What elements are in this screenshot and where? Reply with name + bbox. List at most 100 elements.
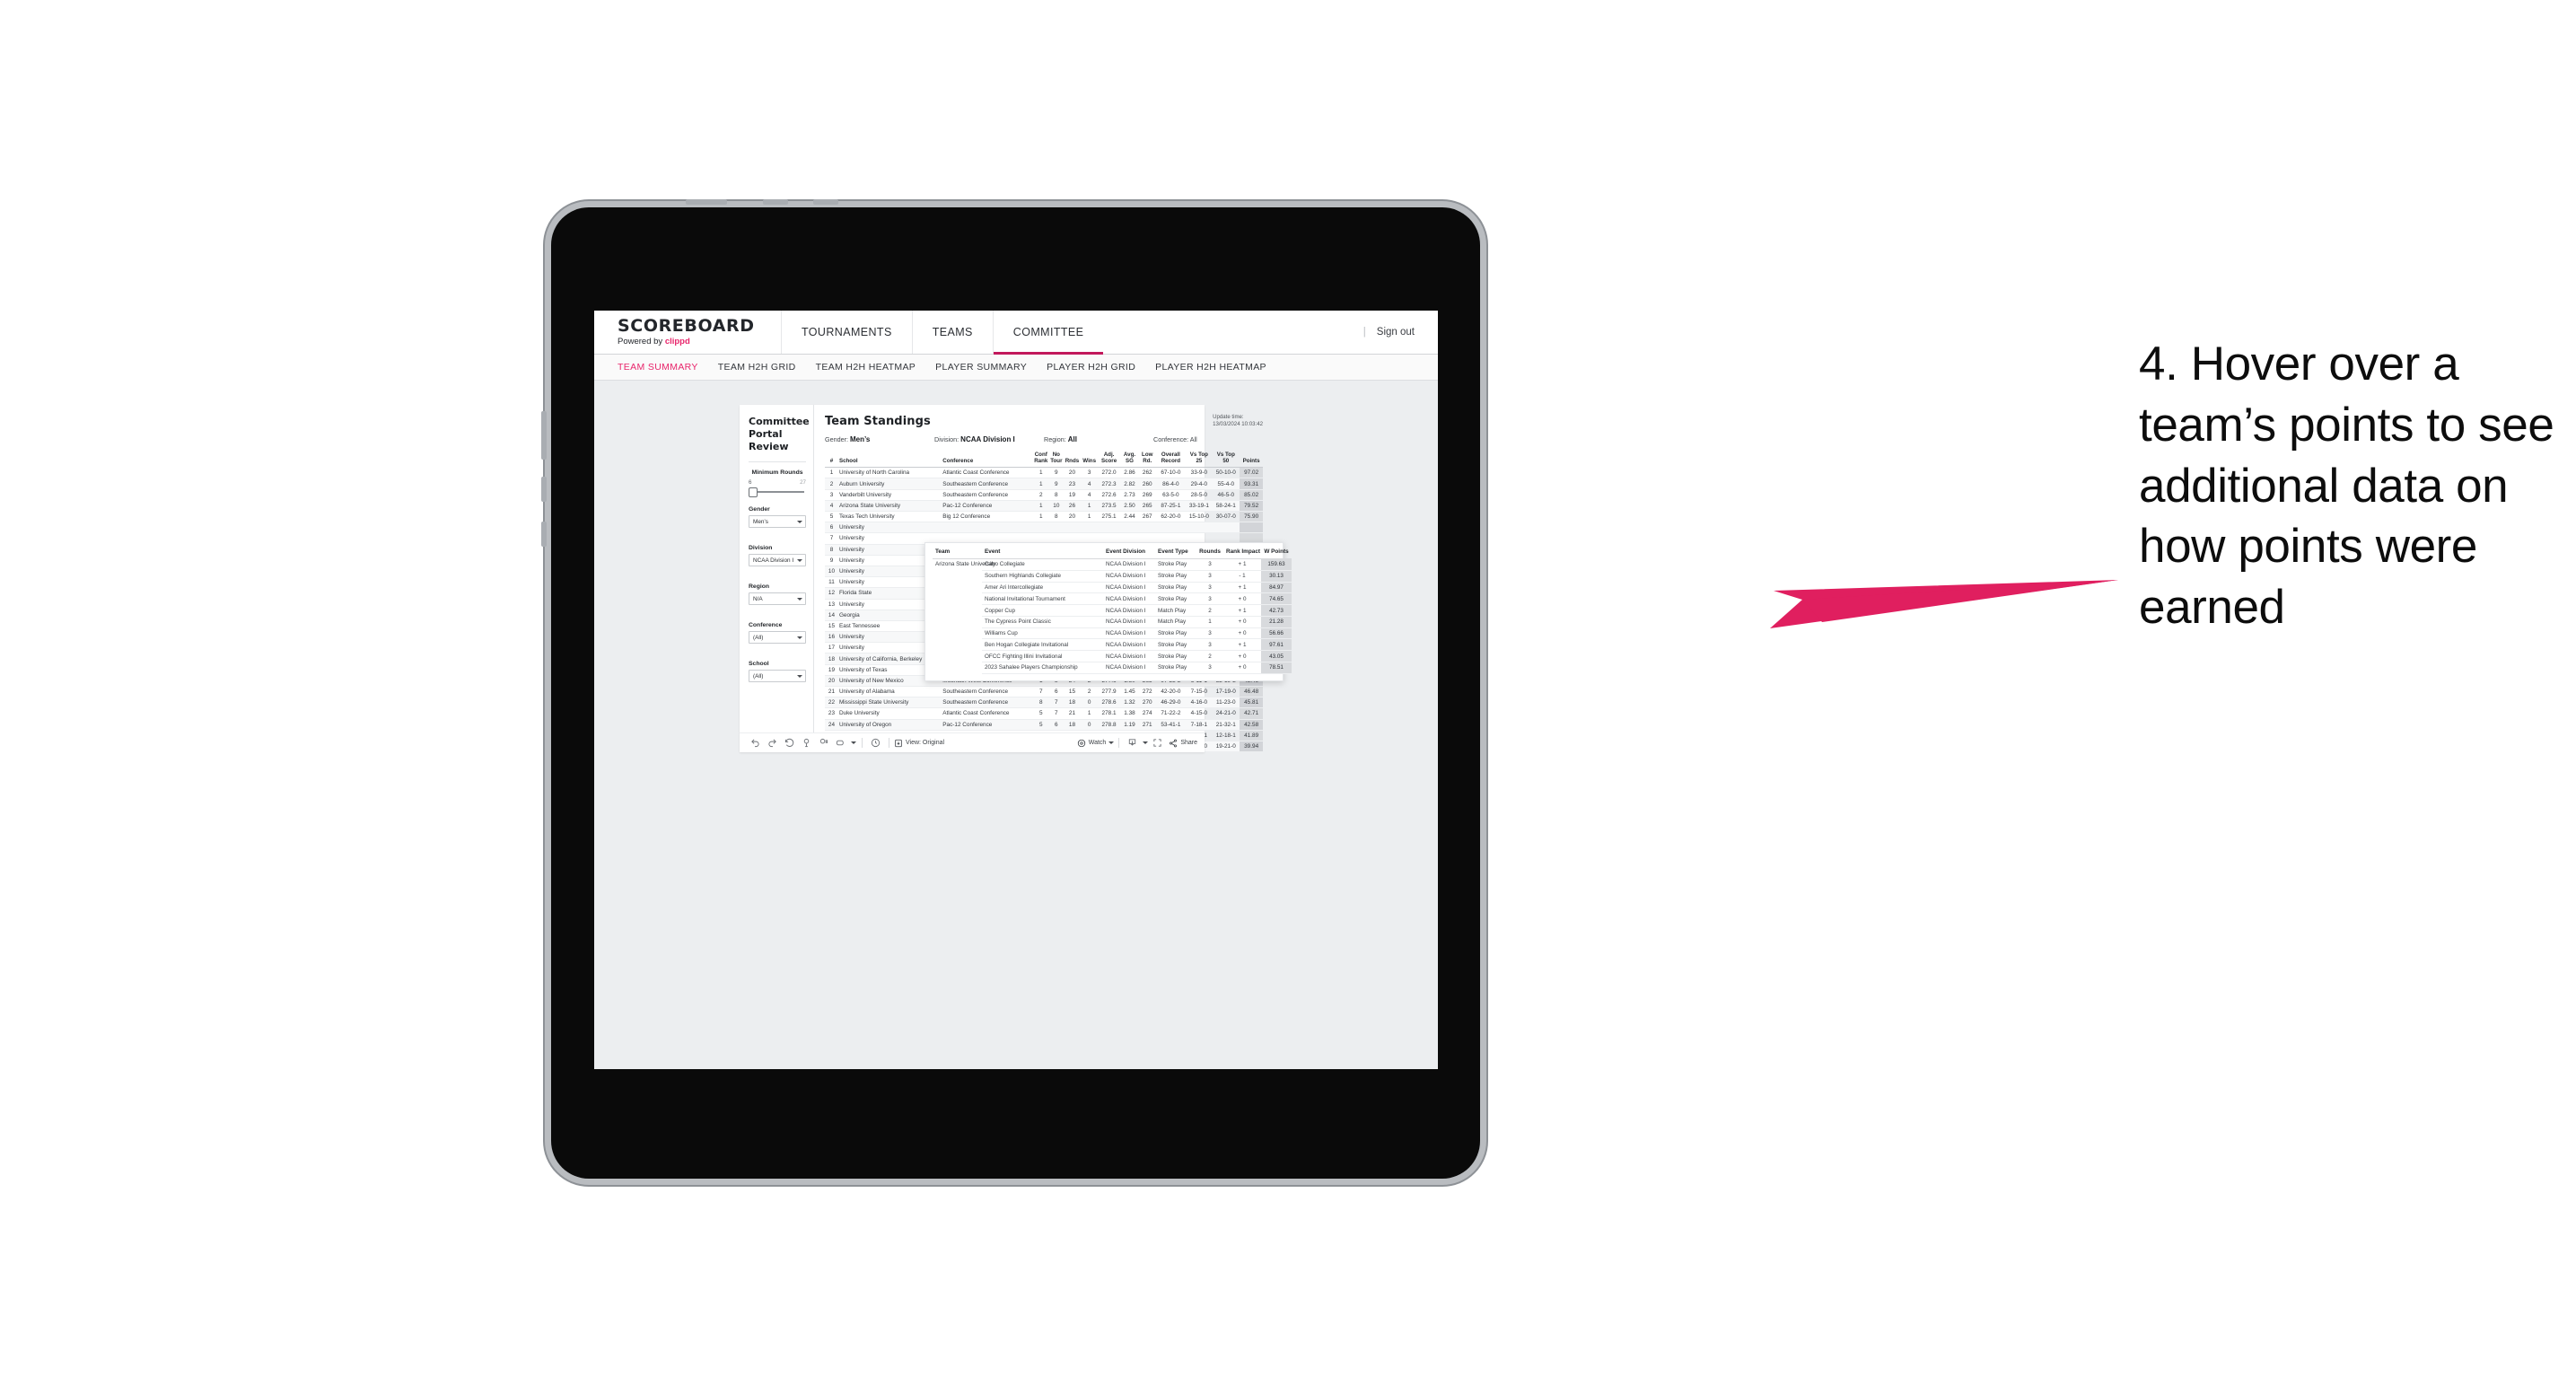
redo-icon[interactable] bbox=[764, 734, 781, 751]
table-cell: 21 bbox=[825, 686, 838, 698]
col-rnds[interactable]: Rnds bbox=[1063, 451, 1082, 469]
tooltip-cell: NCAA Division I bbox=[1103, 662, 1155, 674]
tooltip-row: Southern Highlands Collegiate NCAA Divisi… bbox=[933, 570, 1292, 583]
table-cell: 262 bbox=[1139, 467, 1156, 479]
table-cell: 17 bbox=[825, 642, 838, 654]
table-row[interactable]: 21 University of Alabama Southeastern Conf… bbox=[825, 686, 1263, 698]
school-select[interactable]: (All) bbox=[749, 670, 806, 683]
col-conf-rank[interactable]: Conf Rank bbox=[1032, 451, 1049, 469]
download-icon[interactable] bbox=[1124, 734, 1141, 751]
table-cell: 2.82 bbox=[1119, 478, 1140, 490]
brand-logo[interactable]: SCOREBOARD Powered by clippd bbox=[594, 311, 781, 354]
nav-item-committee[interactable]: COMMITTEE bbox=[992, 311, 1104, 355]
chevron-down-icon bbox=[797, 674, 802, 678]
col-conference[interactable]: Conference bbox=[942, 451, 1033, 469]
fullscreen-icon[interactable] bbox=[1149, 734, 1166, 751]
breadcrumb-conference-label: Conference: bbox=[1153, 435, 1189, 443]
subnav-item-team-h2h-heatmap[interactable]: TEAM H2H HEATMAP bbox=[816, 362, 936, 373]
points-cell[interactable]: 85.02 bbox=[1240, 489, 1263, 501]
table-row[interactable]: 6 University bbox=[825, 522, 1263, 534]
tooltip-row: National Invitational Tournament NCAA Div… bbox=[933, 592, 1292, 606]
breadcrumb-gender-label: Gender: bbox=[825, 435, 848, 443]
table-cell: 4-16-0 bbox=[1186, 697, 1213, 709]
refresh-data-icon[interactable] bbox=[798, 734, 815, 751]
table-cell: 1 bbox=[1032, 511, 1049, 523]
table-row[interactable]: 4 Arizona State University Pac-12 Conferen… bbox=[825, 500, 1263, 513]
table-cell: 0 bbox=[1081, 697, 1099, 709]
share-button[interactable]: Share bbox=[1169, 739, 1197, 748]
points-cell[interactable]: 42.71 bbox=[1240, 707, 1263, 720]
filter-panel: Committee Portal Review Minimum Rounds 6… bbox=[740, 405, 814, 732]
table-row[interactable]: 24 University of Oregon Pac-12 Conference 5… bbox=[825, 719, 1263, 731]
points-cell[interactable]: 45.81 bbox=[1240, 697, 1263, 709]
breadcrumb-conference: Conference: All bbox=[1153, 435, 1263, 443]
table-cell: 30-07-0 bbox=[1212, 511, 1240, 523]
undo-icon[interactable] bbox=[747, 734, 764, 751]
conference-label: Conference bbox=[749, 622, 783, 629]
table-cell: 1 bbox=[1032, 467, 1049, 479]
tooltip-col-event-type: Event Type bbox=[1155, 548, 1196, 559]
col-low-rd[interactable]: Low Rd. bbox=[1139, 451, 1156, 469]
table-cell: 42-20-0 bbox=[1155, 686, 1187, 698]
subnav-item-team-h2h-grid[interactable]: TEAM H2H GRID bbox=[718, 362, 816, 373]
col-points[interactable]: Points bbox=[1240, 451, 1263, 469]
table-row[interactable]: 22 Mississippi State University Southeaste… bbox=[825, 697, 1263, 709]
pause-clock-icon[interactable] bbox=[867, 734, 884, 751]
table-cell: 7-15-0 bbox=[1186, 686, 1213, 698]
slider-handle[interactable] bbox=[749, 487, 758, 498]
minimum-rounds-slider[interactable] bbox=[749, 487, 806, 498]
col-vs-top-25[interactable]: Vs Top 25 bbox=[1186, 451, 1213, 469]
subnav-item-player-summary[interactable]: PLAYER SUMMARY bbox=[935, 362, 1047, 373]
region-select[interactable]: N/A bbox=[749, 592, 806, 606]
table-row[interactable]: 5 Texas Tech University Big 12 Conference 1… bbox=[825, 511, 1263, 523]
points-cell[interactable]: 39.94 bbox=[1240, 741, 1263, 753]
points-cell[interactable]: 41.89 bbox=[1240, 730, 1263, 741]
points-cell[interactable] bbox=[1240, 522, 1263, 534]
table-cell: 4 bbox=[825, 500, 838, 513]
tooltip-cell: Stroke Play bbox=[1155, 650, 1196, 663]
col-avg-sg[interactable]: Avg. SG bbox=[1119, 451, 1140, 469]
col-wins[interactable]: Wins bbox=[1081, 451, 1099, 469]
col-overall-record[interactable]: Overall Record bbox=[1155, 451, 1187, 469]
watch-button[interactable]: Watch bbox=[1077, 739, 1115, 748]
tooltip-cell: + 1 bbox=[1223, 638, 1261, 652]
points-cell[interactable]: 93.31 bbox=[1240, 478, 1263, 490]
tooltip-cell: Stroke Play bbox=[1155, 662, 1196, 674]
points-cell[interactable]: 42.58 bbox=[1240, 719, 1263, 731]
conference-select[interactable]: (All) bbox=[749, 631, 806, 645]
table-row[interactable]: 1 University of North Carolina Atlantic Co… bbox=[825, 467, 1263, 479]
points-cell[interactable]: 46.48 bbox=[1240, 686, 1263, 698]
revert-icon[interactable] bbox=[781, 734, 798, 751]
subnav-item-player-h2h-heatmap[interactable]: PLAYER H2H HEATMAP bbox=[1155, 362, 1286, 373]
col-adj-score[interactable]: Adj. Score bbox=[1098, 451, 1120, 469]
update-time-label: Update time: bbox=[1213, 414, 1244, 420]
table-row[interactable]: 23 Duke University Atlantic Coast Conferen… bbox=[825, 707, 1263, 720]
pause-updates-icon[interactable] bbox=[815, 734, 832, 751]
division-select[interactable]: NCAA Division I bbox=[749, 554, 806, 567]
col-school[interactable]: School bbox=[837, 451, 942, 469]
highlight-dropdown-icon[interactable] bbox=[849, 734, 857, 751]
points-cell[interactable]: 97.02 bbox=[1240, 467, 1263, 479]
nav-item-teams[interactable]: TEAMS bbox=[911, 311, 993, 354]
gender-select[interactable]: Men’s bbox=[749, 515, 806, 529]
download-dropdown-icon[interactable] bbox=[1141, 734, 1149, 751]
col-rank[interactable]: # bbox=[825, 451, 838, 469]
view-original-button[interactable]: View: Original bbox=[894, 739, 944, 748]
col-no-tour[interactable]: No Tour bbox=[1048, 451, 1064, 469]
brand-sub-name: clippd bbox=[664, 337, 690, 347]
col-vs-top-50[interactable]: Vs Top 50 bbox=[1212, 451, 1240, 469]
tooltip-col-team: Team bbox=[933, 548, 982, 559]
points-cell[interactable]: 79.52 bbox=[1240, 500, 1263, 513]
highlight-icon[interactable] bbox=[832, 734, 849, 751]
division-value: NCAA Division I bbox=[753, 557, 794, 564]
toolbar-divider-3 bbox=[1118, 738, 1120, 748]
minimum-rounds-filter: Minimum Rounds 6 27 bbox=[749, 469, 806, 498]
sign-out-link[interactable]: Sign out bbox=[1377, 327, 1415, 338]
table-row[interactable]: 3 Vanderbilt University Southeastern Confe… bbox=[825, 489, 1263, 501]
nav-item-tournaments[interactable]: TOURNAMENTS bbox=[781, 311, 912, 354]
points-cell[interactable]: 75.90 bbox=[1240, 511, 1263, 523]
subnav-item-player-h2h-grid[interactable]: PLAYER H2H GRID bbox=[1047, 362, 1155, 373]
subnav-item-team-summary[interactable]: TEAM SUMMARY bbox=[618, 362, 718, 373]
table-row[interactable]: 2 Auburn University Southeastern Conferenc… bbox=[825, 478, 1263, 490]
brand-subtitle: Powered by clippd bbox=[618, 338, 761, 346]
